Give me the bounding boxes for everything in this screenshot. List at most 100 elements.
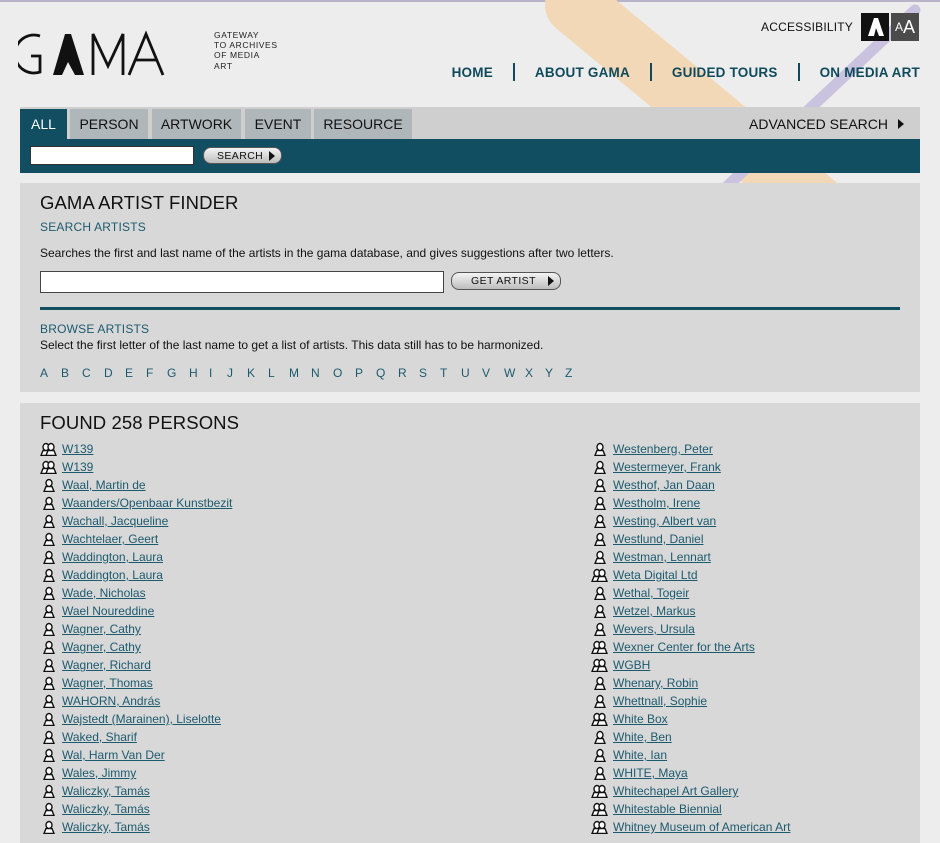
result-link[interactable]: Waked, Sharif: [62, 730, 137, 744]
search-button[interactable]: SEARCH: [203, 147, 282, 164]
letter-link[interactable]: L: [268, 366, 289, 380]
letter-link[interactable]: S: [419, 366, 440, 380]
result-row: Wagner, Thomas: [40, 674, 232, 692]
person-icon: [43, 766, 55, 780]
result-link[interactable]: Wal, Harm Van Der: [62, 748, 165, 762]
letter-link[interactable]: F: [146, 366, 167, 380]
nav-guided-tours[interactable]: GUIDED TOURS: [672, 65, 778, 80]
letter-link[interactable]: D: [104, 366, 125, 380]
text-size-button[interactable]: AA: [891, 13, 919, 41]
letter-link[interactable]: U: [461, 366, 482, 380]
letter-link[interactable]: M: [289, 366, 311, 380]
nav-home[interactable]: HOME: [452, 65, 493, 80]
nav-on-media-art[interactable]: ON MEDIA ART: [820, 65, 920, 80]
result-link[interactable]: Whitney Museum of American Art: [613, 820, 790, 834]
result-link[interactable]: Waanders/Openbaar Kunstbezit: [62, 496, 232, 510]
result-row: Whettnall, Sophie: [591, 692, 790, 710]
result-link[interactable]: Whenary, Robin: [613, 676, 698, 690]
letter-link[interactable]: K: [247, 366, 268, 380]
result-link[interactable]: Wajstedt (Marainen), Liselotte: [62, 712, 221, 726]
result-link[interactable]: Waliczky, Tamás: [62, 802, 150, 816]
search-tabs: ALL PERSON ARTWORK EVENT RESOURCE ADVANC…: [20, 107, 920, 139]
letter-link[interactable]: T: [440, 366, 461, 380]
letter-link[interactable]: N: [311, 366, 333, 380]
result-link[interactable]: White Box: [613, 712, 668, 726]
letter-link[interactable]: H: [189, 366, 209, 380]
result-link[interactable]: W139: [62, 442, 93, 456]
letter-link[interactable]: B: [61, 366, 82, 380]
get-artist-button[interactable]: GET ARTIST: [451, 272, 561, 290]
result-link[interactable]: Waliczky, Tamás: [62, 820, 150, 834]
tab-person[interactable]: PERSON: [70, 109, 148, 139]
result-link[interactable]: Westing, Albert van: [613, 514, 716, 528]
letter-link[interactable]: G: [167, 366, 189, 380]
tab-event[interactable]: EVENT: [245, 109, 311, 139]
result-link[interactable]: Wevers, Ursula: [613, 622, 695, 636]
result-link[interactable]: Wethal, Togeir: [613, 586, 689, 600]
result-link[interactable]: Wagner, Thomas: [62, 676, 153, 690]
letter-link[interactable]: A: [40, 366, 61, 380]
result-row: Wales, Jimmy: [40, 764, 232, 782]
letter-link[interactable]: J: [227, 366, 247, 380]
result-link[interactable]: Wexner Center for the Arts: [613, 640, 755, 654]
person-icon: [43, 532, 55, 546]
person-icon: [43, 748, 55, 762]
result-link[interactable]: Waliczky, Tamás: [62, 784, 150, 798]
result-link[interactable]: Wagner, Richard: [62, 658, 151, 672]
letter-link[interactable]: R: [398, 366, 419, 380]
tab-all[interactable]: ALL: [20, 109, 67, 139]
contrast-toggle-button[interactable]: [861, 13, 889, 41]
letter-link[interactable]: V: [482, 366, 504, 380]
letter-link[interactable]: C: [82, 366, 104, 380]
result-link[interactable]: White, Ian: [613, 748, 667, 762]
result-row: Westlund, Daniel: [591, 530, 790, 548]
result-link[interactable]: Wachall, Jacqueline: [62, 514, 168, 528]
result-row: Waliczky, Tamás: [40, 800, 232, 818]
letter-link[interactable]: X: [525, 366, 545, 380]
results-right-column: Westenberg, Peter Westermeyer, Frank Westh…: [591, 440, 790, 836]
letter-link[interactable]: I: [209, 366, 227, 380]
result-link[interactable]: Westhof, Jan Daan: [613, 478, 715, 492]
result-link[interactable]: Wael Noureddine: [62, 604, 154, 618]
nav-separator: [797, 63, 800, 81]
result-link[interactable]: WHITE, Maya: [613, 766, 688, 780]
result-link[interactable]: Westenberg, Peter: [613, 442, 713, 456]
result-link[interactable]: Wachtelaer, Geert: [62, 532, 158, 546]
letter-link[interactable]: Q: [376, 366, 398, 380]
result-link[interactable]: WGBH: [613, 658, 650, 672]
result-link[interactable]: Whitestable Biennial: [613, 802, 722, 816]
result-link[interactable]: Westman, Lennart: [613, 550, 711, 564]
result-link[interactable]: W139: [62, 460, 93, 474]
result-link[interactable]: Weta Digital Ltd: [613, 568, 698, 582]
result-link[interactable]: Waddington, Laura: [62, 550, 163, 564]
group-icon: [591, 802, 608, 816]
result-link[interactable]: Wagner, Cathy: [62, 640, 141, 654]
advanced-search-link[interactable]: ADVANCED SEARCH: [749, 116, 904, 132]
search-input[interactable]: [30, 146, 194, 165]
result-link[interactable]: Westermeyer, Frank: [613, 460, 721, 474]
result-link[interactable]: Westholm, Irene: [613, 496, 700, 510]
gama-logo[interactable]: [18, 28, 178, 80]
result-link[interactable]: Whitechapel Art Gallery: [613, 784, 738, 798]
result-link[interactable]: Westlund, Daniel: [613, 532, 704, 546]
letter-link[interactable]: Z: [565, 366, 585, 380]
result-link[interactable]: Waddington, Laura: [62, 568, 163, 582]
tab-artwork[interactable]: ARTWORK: [152, 109, 241, 139]
letter-link[interactable]: P: [355, 366, 376, 380]
result-link[interactable]: WAHORN, András: [62, 694, 160, 708]
letter-link[interactable]: O: [333, 366, 355, 380]
result-link[interactable]: Wagner, Cathy: [62, 622, 141, 636]
result-link[interactable]: Wetzel, Markus: [613, 604, 695, 618]
tab-resource[interactable]: RESOURCE: [314, 109, 412, 139]
result-link[interactable]: Wales, Jimmy: [62, 766, 136, 780]
result-link[interactable]: Whettnall, Sophie: [613, 694, 707, 708]
artist-search-input[interactable]: [40, 271, 444, 293]
letter-link[interactable]: Y: [545, 366, 565, 380]
letter-link[interactable]: W: [504, 366, 525, 380]
nav-about-gama[interactable]: ABOUT GAMA: [535, 65, 630, 80]
person-icon: [594, 730, 606, 744]
result-link[interactable]: Wade, Nicholas: [62, 586, 146, 600]
result-link[interactable]: Waal, Martin de: [62, 478, 146, 492]
result-link[interactable]: White, Ben: [613, 730, 672, 744]
letter-link[interactable]: E: [125, 366, 146, 380]
